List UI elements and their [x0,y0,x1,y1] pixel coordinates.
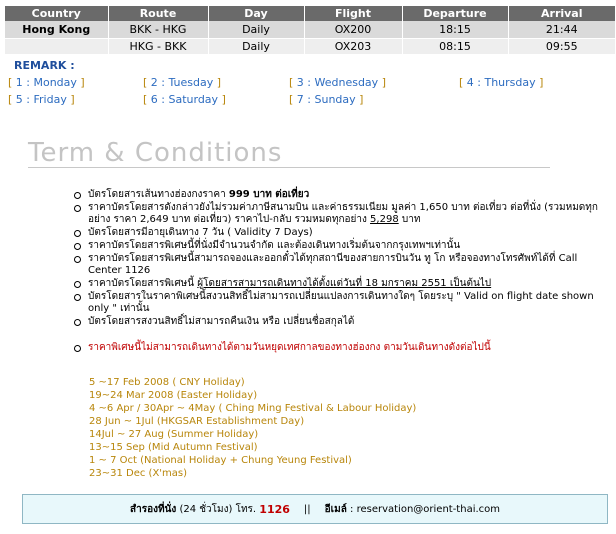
roundtrip-price: 5,298 [370,214,399,225]
holiday-item: 14Jul ~ 27 Aug (Summer Holiday) [89,429,259,440]
list-item: บัตรโดยสารมีอายุเดินทาง 7 วัน ( Validity… [74,227,609,239]
reserve-hours: (24 ชั่วโมง) โทร. [176,503,260,515]
list-item: บัตรโดยสารเส้นทางฮ่องกงราคา 999 บาท ต่อเ… [74,189,609,201]
item-text-suffix: บาท [398,214,421,225]
cell-country: Hong Kong [5,21,109,39]
holiday-item: 28 Jun ~ 1Jul (HKGSAR Establishment Day) [89,416,305,427]
item-text: ราคาบัตรโดยสารพิเศษนี้สามารถจองและออกตั๋… [88,253,578,276]
holiday-list: 5 ~17 Feb 2008 ( CNY Holiday) 19~24 Mar … [89,376,416,480]
holiday-note-text: ราคาพิเศษนี้ไม่สามารถเดินทางได้ตามวันหยุ… [88,342,491,353]
bullet-icon [74,205,81,212]
cell-arrival: 09:55 [508,38,615,54]
bullet-icon [74,192,81,199]
cell-day: Daily [208,21,305,39]
cell-day: Daily [208,38,305,54]
cell-arrival: 21:44 [508,21,615,39]
cell-departure: 08:15 [402,38,509,54]
item-text: ราคาบัตรโดยสารพิเศษนี้ [88,278,198,289]
bullet-icon [74,319,81,326]
holiday-item: 23~31 Dec (X'mas) [89,468,188,479]
item-text: บัตรโดยสารเส้นทางฮ่องกงราคา [88,189,229,200]
bracket-close: ] [216,76,222,89]
phone-number[interactable]: 1126 [259,503,290,516]
email-link[interactable]: reservation@orient-thai.com [357,504,500,515]
price-highlight: 999 บาท ต่อเที่ยว [228,189,310,200]
contact-separator: || [303,503,311,515]
day-text: 3 : Wednesday [293,76,382,89]
holiday-item: 5 ~17 Feb 2008 ( CNY Holiday) [89,377,245,388]
header-departure: Departure [402,6,509,21]
flight-schedule-table: Country Route Day Flight Departure Arriv… [5,6,615,54]
day-text: 1 : Monday [12,76,81,89]
holiday-item: 1 ~ 7 Oct (National Holiday + Chung Yeun… [89,455,352,466]
header-route: Route [108,6,209,21]
title-underline [28,167,550,168]
conditions-list: บัตรโดยสารเส้นทางฮ่องกงราคา 999 บาท ต่อเ… [74,189,609,355]
table-row: HKG - BKK Daily OX203 08:15 09:55 [5,38,615,54]
item-text: บัตรโดยสารสงวนสิทธิ์ไม่สามารถคืนเงิน หรื… [88,316,355,327]
day-legend-monday: [ 1 : Monday ] [8,76,85,89]
day-legend-thursday: [ 4 : Thursday ] [459,76,543,89]
list-item: ราคาบัตรโดยสารดังกล่าวยังไม่รวมค่าภาษีสน… [74,202,609,226]
day-legend-tuesday: [ 2 : Tuesday ] [143,76,221,89]
day-text: 5 : Friday [12,93,71,106]
cell-departure: 18:15 [402,21,509,39]
holiday-note: ราคาพิเศษนี้ไม่สามารถเดินทางได้ตามวันหยุ… [74,342,609,354]
bullet-icon [74,294,81,301]
header-day: Day [208,6,305,21]
item-text: ราคาบัตรโดยสารดังกล่าวยังไม่รวมค่าภาษีสน… [88,202,598,225]
conditions-title: Term & Conditions [28,138,283,168]
cell-route: BKK - HKG [108,21,209,39]
header-arrival: Arrival [508,6,615,21]
travel-start-date: ผู้โดยสารสามารถเดินทางได้ตั้งแต่วันที่ 1… [197,278,492,289]
list-item: ราคาบัตรโดยสารพิเศษนี้ที่นั่งมีจำนวนจำกั… [74,240,609,252]
item-text: บัตรโดยสารมีอายุเดินทาง 7 วัน ( Validity… [88,227,313,238]
day-legend-wednesday: [ 3 : Wednesday ] [289,76,386,89]
header-country: Country [5,6,109,21]
cell-country [5,38,109,54]
list-item: ราคาบัตรโดยสารพิเศษนี้สามารถจองและออกตั๋… [74,253,609,277]
bracket-close: ] [381,76,386,89]
email-separator: : [346,503,357,515]
list-item: ราคาบัตรโดยสารพิเศษนี้ ผู้โดยสารสามารถเด… [74,278,609,290]
bullet-icon [74,345,81,352]
bracket-close: ] [359,93,364,106]
holiday-item: 13~15 Sep (Mid Autumn Festival) [89,442,258,453]
bullet-icon [74,256,81,263]
item-text: ราคาบัตรโดยสารพิเศษนี้ที่นั่งมีจำนวนจำกั… [88,240,461,251]
list-item: บัตรโดยสารสงวนสิทธิ์ไม่สามารถคืนเงิน หรื… [74,316,609,328]
bullet-icon [74,243,81,250]
bullet-icon [74,230,81,237]
bracket-close: ] [539,76,544,89]
bullet-icon [74,281,81,288]
contact-box: สำรองที่นั่ง (24 ชั่วโมง) โทร. 1126 || อ… [22,494,608,524]
cell-route: HKG - BKK [108,38,209,54]
email-label: อีเมล์ [324,503,347,515]
day-text: 4 : Thursday [463,76,540,89]
table-header-row: Country Route Day Flight Departure Arriv… [5,6,615,21]
holiday-item: 19~24 Mar 2008 (Easter Holiday) [89,390,258,401]
remark-label: REMARK : [14,59,75,72]
bracket-close: ] [70,93,75,106]
header-flight: Flight [304,6,403,21]
day-legend-sunday: [ 7 : Sunday ] [289,93,363,106]
reserve-label: สำรองที่นั่ง [129,503,177,515]
item-text: บัตรโดยสารในราคาพิเศษนี้สงวนสิทธิ์ไม่สาม… [88,291,594,314]
holiday-item: 4 ~6 Apr / 30Apr ~ 4May ( Ching Ming Fes… [89,403,417,414]
day-text: 6 : Saturday [147,93,222,106]
day-legend-saturday: [ 6 : Saturday ] [143,93,226,106]
cell-flight: OX200 [304,21,403,39]
day-legend-friday: [ 5 : Friday ] [8,93,75,106]
bracket-close: ] [221,93,226,106]
list-item: บัตรโดยสารในราคาพิเศษนี้สงวนสิทธิ์ไม่สาม… [74,291,609,315]
bracket-close: ] [80,76,85,89]
day-text: 7 : Sunday [293,93,360,106]
table-row: Hong Kong BKK - HKG Daily OX200 18:15 21… [5,21,615,39]
day-text: 2 : Tuesday [147,76,217,89]
cell-flight: OX203 [304,38,403,54]
